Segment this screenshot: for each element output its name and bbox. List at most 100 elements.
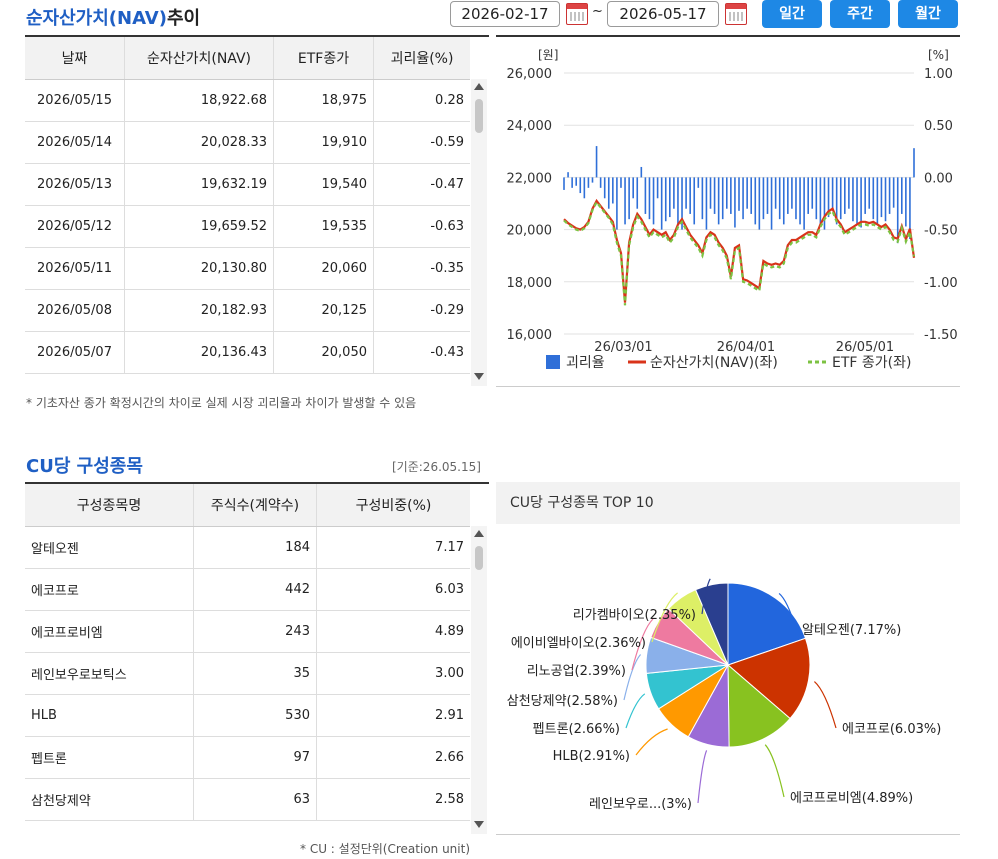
- cu-row-cell: 184: [193, 526, 317, 569]
- calendar-to-icon[interactable]: [725, 3, 747, 25]
- premium-bar: [811, 177, 814, 209]
- cu-table-scrollbar[interactable]: [471, 526, 487, 834]
- nav-row[interactable]: 2026/05/11 20,130.80 20,060 -0.35: [25, 247, 470, 290]
- premium-bar: [913, 148, 915, 178]
- premium-bar: [905, 177, 907, 227]
- pie-label: 에코프로(6.03%): [842, 722, 941, 737]
- premium-bar: [831, 177, 834, 211]
- premium-bar: [750, 177, 753, 214]
- premium-bar: [754, 177, 757, 225]
- premium-bar: [603, 177, 606, 199]
- cu-row[interactable]: 알테오젠 184 7.17: [25, 526, 470, 569]
- daily-button[interactable]: 일간: [762, 0, 822, 28]
- right-tick-label: -1.50: [924, 328, 958, 343]
- header-etf-close[interactable]: ETF종가: [273, 37, 374, 80]
- cu-row[interactable]: 에코프로 442 6.03: [25, 568, 470, 611]
- premium-bar: [725, 177, 728, 209]
- cu-row-cell: 에코프로비엠: [25, 610, 194, 653]
- monthly-button[interactable]: 월간: [898, 0, 958, 28]
- header-weight[interactable]: 구성비중(%): [316, 484, 470, 527]
- nav-row-cell: -0.59: [373, 121, 470, 164]
- scroll-thumb[interactable]: [475, 99, 483, 133]
- nav-chart-panel: 26,000 24,000 22,000 20,000 18,000 16,000 1.00…: [496, 35, 960, 387]
- cu-row[interactable]: 레인보우로보틱스 35 3.00: [25, 652, 470, 695]
- premium-bar: [876, 177, 879, 225]
- nav-row[interactable]: 2026/05/13 19,632.19 19,540 -0.47: [25, 163, 470, 206]
- premium-bar: [815, 177, 818, 220]
- date-from-input[interactable]: 2026-02-17: [450, 1, 560, 27]
- scroll-up-icon[interactable]: [474, 530, 484, 537]
- left-unit-label: [원]: [538, 48, 558, 62]
- premium-bar: [823, 177, 826, 230]
- pie-label: 삼천당제약(2.58%): [507, 694, 618, 709]
- pie-label: 리노공업(2.39%): [527, 664, 626, 679]
- cu-note: * CU : 설정단위(Creation unit): [300, 842, 471, 856]
- cu-row[interactable]: 에코프로비엠 243 4.89: [25, 610, 470, 653]
- premium-bar: [705, 177, 708, 230]
- nav-table: 날짜 순자산가치(NAV) ETF종가 괴리율(%) 2026/05/15 18,…: [25, 35, 489, 388]
- nav-row-cell: -0.63: [373, 205, 470, 248]
- date-separator: ~: [592, 4, 603, 19]
- nav-row[interactable]: 2026/05/08 20,182.93 20,125 -0.29: [25, 289, 470, 332]
- nav-note: * 기초자산 종가 확정시간의 차이로 실제 시장 괴리율과 차이가 발생할 수…: [26, 396, 417, 410]
- nav-section-title: 순자산가치(NAV)추이: [26, 8, 201, 29]
- header-constituent[interactable]: 구성종목명: [25, 484, 194, 527]
- nav-row-cell: 19,540: [273, 163, 374, 206]
- premium-bar: [640, 166, 643, 178]
- nav-row-cell: 2026/05/13: [25, 163, 125, 206]
- premium-bar: [628, 177, 630, 220]
- nav-row[interactable]: 2026/05/14 20,028.33 19,910 -0.59: [25, 121, 470, 164]
- premium-bar: [713, 177, 716, 214]
- premium-bar: [803, 177, 805, 230]
- header-nav[interactable]: 순자산가치(NAV): [124, 37, 274, 80]
- nav-row-cell: 20,182.93: [124, 289, 274, 332]
- premium-bar: [791, 177, 793, 209]
- header-shares[interactable]: 주식수(계약수): [193, 484, 317, 527]
- header-date[interactable]: 날짜: [25, 37, 125, 80]
- premium-bar: [839, 177, 842, 220]
- nav-row[interactable]: 2026/05/12 19,659.52 19,535 -0.63: [25, 205, 470, 248]
- premium-bar: [734, 177, 736, 228]
- cu-row-cell: 2.58: [316, 778, 470, 821]
- nav-row-cell: 0.28: [373, 79, 470, 122]
- pie-leader-line: [764, 744, 785, 798]
- cu-row-cell: HLB: [25, 694, 194, 737]
- premium-bar: [742, 177, 744, 220]
- nav-row-cell: 20,136.43: [124, 331, 274, 374]
- premium-bar: [844, 177, 846, 214]
- pie-leader-line: [623, 654, 642, 701]
- scroll-up-icon[interactable]: [474, 83, 484, 90]
- scroll-down-icon[interactable]: [474, 373, 484, 380]
- premium-bar: [652, 177, 655, 225]
- nav-row[interactable]: 2026/05/15 18,922.68 18,975 0.28: [25, 79, 470, 122]
- cu-row[interactable]: 펩트론 97 2.66: [25, 736, 470, 779]
- scroll-thumb[interactable]: [475, 546, 483, 570]
- premium-bar: [664, 177, 667, 222]
- scroll-down-icon[interactable]: [474, 821, 484, 828]
- premium-bar: [595, 146, 598, 178]
- weekly-button[interactable]: 주간: [830, 0, 890, 28]
- premium-bar: [709, 177, 712, 209]
- pie-label: 에이비엘바이오(2.36%): [511, 636, 646, 651]
- calendar-from-icon[interactable]: [566, 3, 588, 25]
- premium-bar: [632, 177, 634, 199]
- cu-row[interactable]: HLB 530 2.91: [25, 694, 470, 737]
- header-premium[interactable]: 괴리율(%): [373, 37, 470, 80]
- premium-bar: [807, 177, 809, 214]
- cu-row-cell: 97: [193, 736, 317, 779]
- nav-row-cell: 18,922.68: [124, 79, 274, 122]
- premium-bar: [563, 177, 565, 190]
- nav-row-cell: -0.35: [373, 247, 470, 290]
- nav-table-scrollbar[interactable]: [471, 79, 487, 386]
- nav-row[interactable]: 2026/05/07 20,136.43 20,050 -0.43: [25, 331, 470, 374]
- cu-row[interactable]: 삼천당제약 63 2.58: [25, 778, 470, 821]
- premium-bar: [591, 177, 594, 183]
- premium-bar: [799, 177, 801, 225]
- left-tick-label: 22,000: [507, 171, 553, 186]
- pie-label: HLB(2.91%): [553, 749, 630, 764]
- premium-bar: [677, 177, 679, 225]
- date-to-input[interactable]: 2026-05-17: [607, 1, 719, 27]
- nav-row-cell: 2026/05/07: [25, 331, 125, 374]
- premium-bar: [689, 177, 691, 214]
- premium-bar: [774, 177, 777, 209]
